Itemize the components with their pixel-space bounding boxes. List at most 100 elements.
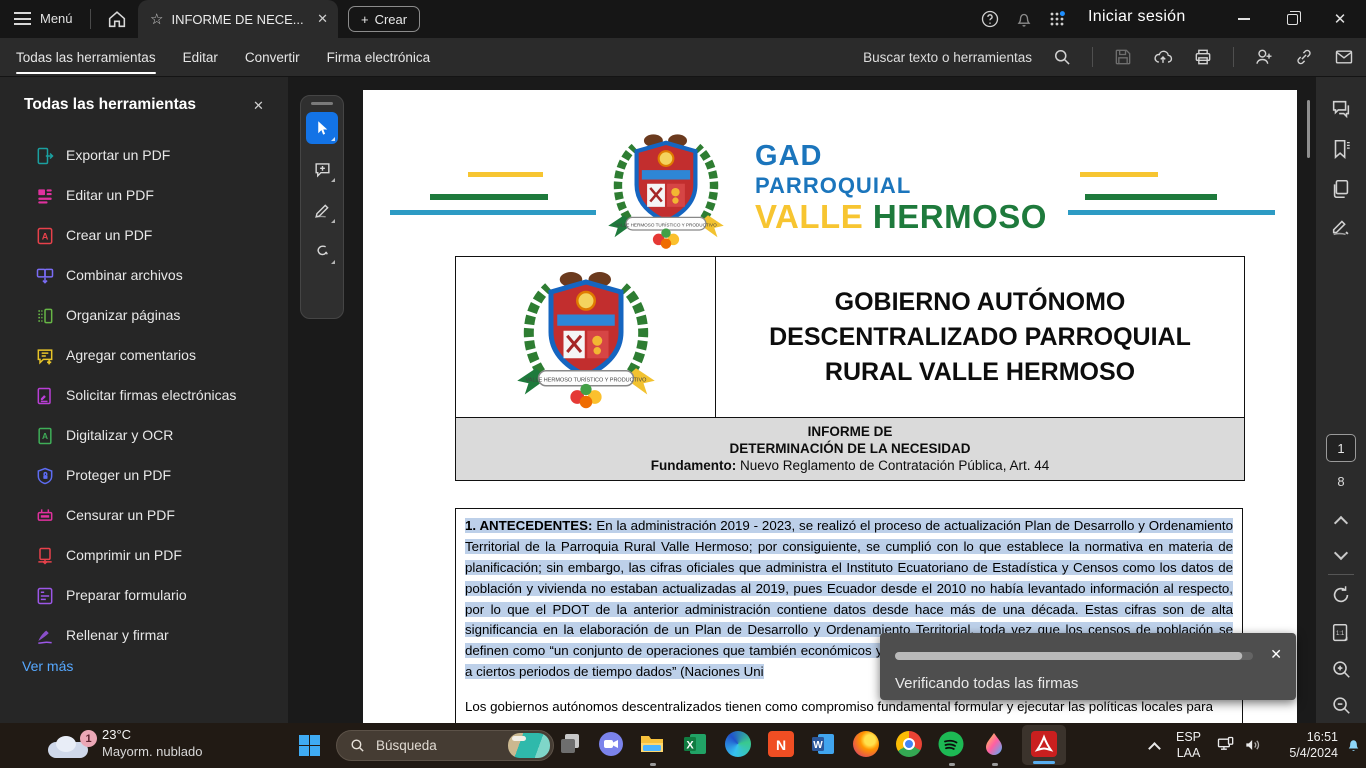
notifications-bell-icon[interactable]	[1014, 9, 1034, 29]
star-icon[interactable]: ☆	[150, 10, 163, 28]
tool-create-pdf[interactable]: A Crear un PDF	[0, 216, 288, 256]
tool-edit-pdf[interactable]: Editar un PDF	[0, 176, 288, 216]
network-icon[interactable]	[1216, 735, 1236, 755]
actual-size-icon[interactable]: 1:1	[1330, 622, 1352, 644]
toast-close-icon[interactable]: ✕	[1270, 646, 1282, 663]
paint-app-icon[interactable]	[981, 731, 1009, 759]
cloud-icon: 1	[48, 734, 92, 760]
tab-convert[interactable]: Convertir	[245, 38, 300, 76]
print-icon[interactable]	[1193, 47, 1213, 67]
tab-all-tools[interactable]: Todas las herramientas	[16, 38, 156, 76]
weather-widget[interactable]: 1 23°C Mayorm. nublado	[48, 726, 202, 760]
toast-message: Verificando todas las firmas	[895, 675, 1078, 692]
page-down-icon[interactable]	[1334, 546, 1348, 560]
document-scrollbar[interactable]	[1307, 100, 1310, 158]
start-button[interactable]	[299, 735, 320, 756]
excel-icon[interactable]: X	[682, 731, 710, 759]
pages-icon[interactable]	[1330, 178, 1352, 200]
email-icon[interactable]	[1334, 47, 1354, 67]
close-button[interactable]: ✕	[1317, 0, 1363, 38]
edge-icon[interactable]	[725, 731, 753, 759]
cloud-upload-icon[interactable]	[1153, 47, 1173, 67]
rotate-icon[interactable]	[1330, 584, 1352, 606]
add-comment-tool[interactable]	[306, 153, 338, 185]
notification-bell-icon[interactable]	[1344, 735, 1363, 754]
search-label[interactable]: Buscar texto o herramientas	[863, 50, 1032, 65]
lang-line1: ESP	[1176, 729, 1201, 745]
quick-tools-toolbar[interactable]	[300, 95, 344, 319]
deco-line-yellow-left	[468, 172, 543, 177]
compress-pdf-icon	[35, 546, 55, 566]
app-switcher-icon[interactable]	[1047, 9, 1067, 29]
link-icon[interactable]	[1294, 47, 1314, 67]
language-indicator[interactable]: ESP LAA	[1176, 729, 1201, 761]
second-paragraph: Los gobiernos autónomos descentralizados…	[465, 697, 1233, 718]
acrobat-icon[interactable]	[1031, 731, 1059, 759]
tool-organize-pages[interactable]: Organizar páginas	[0, 296, 288, 336]
page-up-icon[interactable]	[1334, 516, 1348, 530]
weather-condition: Mayorm. nublado	[102, 743, 202, 760]
signature-verification-toast: ✕ Verificando todas las firmas	[880, 633, 1296, 700]
zoom-out-icon[interactable]	[1330, 694, 1352, 716]
header-org-cell: GOBIERNO AUTÓNOMO DESCENTRALIZADO PARROQ…	[716, 257, 1244, 417]
home-icon[interactable]	[106, 8, 128, 30]
app-toolbar: Todas las herramientas Editar Convertir …	[0, 38, 1366, 76]
chrome-icon[interactable]	[896, 731, 924, 759]
tab-close-icon[interactable]: ✕	[317, 11, 328, 27]
search-icon[interactable]	[1052, 47, 1072, 67]
minimize-button[interactable]	[1221, 0, 1267, 38]
current-page-input[interactable]: 1	[1326, 434, 1356, 462]
chat-icon[interactable]	[598, 731, 626, 759]
signatures-icon[interactable]	[1330, 216, 1352, 238]
tab-esign[interactable]: Firma electrónica	[327, 38, 431, 76]
word-icon[interactable]: W	[810, 731, 838, 759]
tool-compress-pdf[interactable]: Comprimir un PDF	[0, 536, 288, 576]
lasso-tool[interactable]	[306, 235, 338, 267]
tool-export-pdf[interactable]: Exportar un PDF	[0, 136, 288, 176]
help-icon[interactable]	[980, 9, 1000, 29]
tool-combine-files[interactable]: Combinar archivos	[0, 256, 288, 296]
tool-add-comments[interactable]: Agregar comentarios	[0, 336, 288, 376]
sign-in-button[interactable]: Iniciar sesión	[1088, 8, 1186, 26]
document-tab[interactable]: ☆ INFORME DE NECE... ✕	[138, 0, 338, 38]
nitro-pdf-icon[interactable]: N	[768, 731, 796, 759]
all-tools-panel: Todas las herramientas ✕ Exportar un PDF…	[0, 76, 288, 723]
bookmarks-icon[interactable]	[1330, 138, 1352, 160]
restore-button[interactable]	[1269, 0, 1315, 38]
add-people-icon[interactable]	[1254, 47, 1274, 67]
spotify-icon[interactable]	[938, 731, 966, 759]
see-more-link[interactable]: Ver más	[22, 658, 73, 674]
combine-files-icon	[35, 266, 55, 286]
zoom-in-icon[interactable]	[1330, 658, 1352, 680]
tool-fill-sign[interactable]: Rellenar y firmar	[0, 616, 288, 656]
add-comments-icon	[35, 346, 55, 366]
firefox-icon[interactable]	[853, 731, 881, 759]
tool-scan-ocr[interactable]: A Digitalizar y OCR	[0, 416, 288, 456]
tray-time: 16:51	[1272, 729, 1338, 745]
select-tool[interactable]	[306, 112, 338, 144]
tool-protect-pdf[interactable]: Proteger un PDF	[0, 456, 288, 496]
tray-overflow-icon[interactable]	[1148, 742, 1161, 755]
menu-icon[interactable]	[14, 12, 31, 25]
create-tab-button[interactable]: + Crear	[348, 6, 420, 32]
panel-close-icon[interactable]: ✕	[253, 98, 264, 114]
header-crest-cell	[456, 257, 716, 417]
volume-icon[interactable]	[1243, 735, 1263, 755]
tab-edit[interactable]: Editar	[183, 38, 218, 76]
tool-prepare-form[interactable]: Preparar formulario	[0, 576, 288, 616]
draw-tool[interactable]	[306, 194, 338, 226]
pdf-page[interactable]: GAD PARROQUIAL VALLE HERMOSO GOBIERNO AU…	[363, 90, 1297, 723]
current-page-value: 1	[1337, 441, 1344, 456]
clock[interactable]: 16:51 5/4/2024	[1272, 729, 1338, 761]
tool-request-signatures[interactable]: Solicitar firmas electrónicas	[0, 376, 288, 416]
file-explorer-icon[interactable]	[639, 731, 667, 759]
taskbar-search[interactable]: Búsqueda	[336, 730, 554, 761]
toolbar-drag-handle[interactable]	[311, 102, 333, 105]
svg-text:A: A	[42, 431, 48, 441]
tool-redact-pdf[interactable]: Censurar un PDF	[0, 496, 288, 536]
task-view-icon[interactable]	[558, 731, 586, 759]
comments-icon[interactable]	[1330, 98, 1352, 120]
menu-label[interactable]: Menú	[40, 11, 73, 26]
search-highlight-image[interactable]	[508, 733, 550, 758]
document-viewport[interactable]: GAD PARROQUIAL VALLE HERMOSO GOBIERNO AU…	[288, 76, 1316, 723]
